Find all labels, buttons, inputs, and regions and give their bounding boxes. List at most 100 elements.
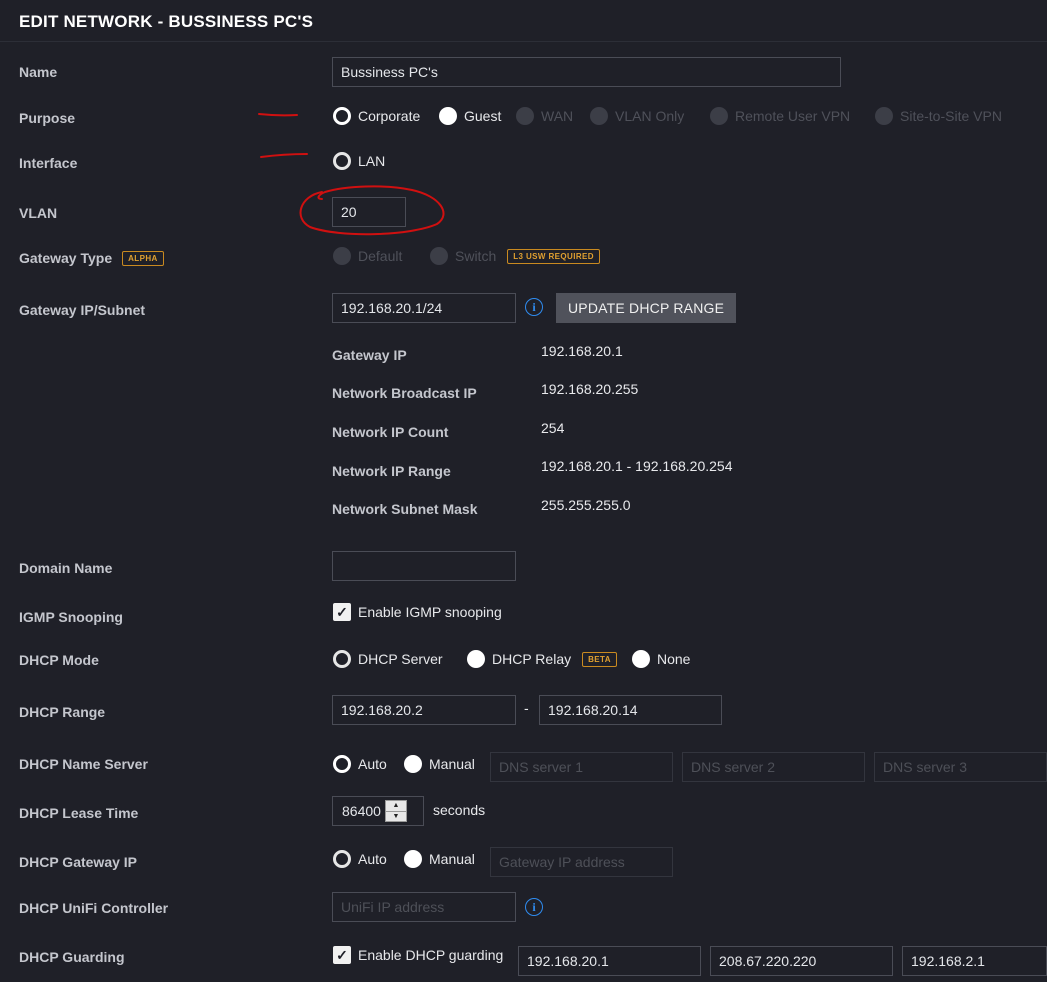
spin-down-icon[interactable]: ▼ bbox=[385, 810, 406, 822]
update-dhcp-range-button[interactable]: UPDATE DHCP RANGE bbox=[556, 293, 737, 323]
igmp-snooping-label: IGMP Snooping bbox=[19, 609, 123, 625]
spin-buttons[interactable]: ▲ ▼ bbox=[384, 800, 407, 822]
dhcp-gateway-manual-radio[interactable]: Manual bbox=[404, 850, 475, 868]
dhcp-mode-none-radio[interactable]: None bbox=[632, 650, 690, 668]
annotation-overlay bbox=[258, 113, 445, 236]
trusted-dhcp-server-1-input[interactable] bbox=[518, 946, 701, 976]
gateway-ip-label: Gateway IP bbox=[332, 347, 407, 363]
purpose-option-label: VLAN Only bbox=[615, 108, 685, 124]
dhcp-range-end-input[interactable] bbox=[539, 695, 722, 725]
dhcp-mode-relay-radio[interactable]: DHCP Relay BETA bbox=[467, 650, 617, 668]
ip-range-label: Network IP Range bbox=[332, 463, 451, 479]
radio-disabled-icon bbox=[590, 107, 608, 125]
dns-server-2-input[interactable] bbox=[682, 752, 865, 782]
ip-range-value: 192.168.20.1 - 192.168.20.254 bbox=[541, 458, 733, 474]
radio-disabled-icon bbox=[333, 247, 351, 265]
page-title: EDIT NETWORK - BUSSINESS PC'S bbox=[19, 12, 314, 31]
dhcp-mode-label: DHCP Mode bbox=[19, 652, 99, 668]
purpose-label: Purpose bbox=[19, 110, 76, 126]
igmp-checkbox-label: Enable IGMP snooping bbox=[358, 604, 502, 620]
l3-usw-required-badge: L3 USW REQUIRED bbox=[507, 248, 600, 264]
subnet-mask-value: 255.255.255.0 bbox=[541, 497, 631, 513]
purpose-site-vpn-radio: Site-to-Site VPN bbox=[875, 107, 1002, 125]
purpose-option-label: WAN bbox=[541, 108, 574, 124]
dhcp-gateway-option-label: Manual bbox=[429, 851, 475, 867]
name-server-option-label: Auto bbox=[358, 756, 387, 772]
purpose-option-label: Remote User VPN bbox=[735, 108, 851, 124]
gateway-type-option-label: Switch bbox=[455, 248, 497, 264]
interface-annotation-mark bbox=[260, 153, 308, 158]
dhcp-name-server-label: DHCP Name Server bbox=[19, 756, 148, 772]
checkmark-icon: ✓ bbox=[333, 946, 351, 964]
dhcp-lease-time-label: DHCP Lease Time bbox=[19, 805, 139, 821]
radio-icon bbox=[632, 650, 650, 668]
dns-server-1-input[interactable] bbox=[490, 752, 673, 782]
domain-name-label: Domain Name bbox=[19, 560, 113, 576]
igmp-snooping-checkbox[interactable]: ✓ Enable IGMP snooping bbox=[333, 603, 502, 621]
name-server-manual-radio[interactable]: Manual bbox=[404, 755, 475, 773]
ip-count-label: Network IP Count bbox=[332, 424, 449, 440]
radio-disabled-icon bbox=[430, 247, 448, 265]
interface-option-label: LAN bbox=[358, 153, 386, 169]
lease-time-value: 86400 bbox=[342, 803, 381, 819]
radio-disabled-icon bbox=[875, 107, 893, 125]
header-divider bbox=[0, 41, 1047, 42]
interface-label: Interface bbox=[19, 155, 78, 171]
info-icon[interactable]: i bbox=[525, 298, 543, 316]
radio-disabled-icon bbox=[516, 107, 534, 125]
lease-time-unit: seconds bbox=[433, 802, 486, 818]
purpose-corporate-radio[interactable]: Corporate bbox=[333, 107, 420, 125]
name-input[interactable] bbox=[332, 57, 841, 87]
name-server-auto-radio[interactable]: Auto bbox=[333, 755, 387, 773]
dhcp-mode-option-label: DHCP Relay bbox=[492, 651, 572, 667]
purpose-option-label: Guest bbox=[464, 108, 502, 124]
gateway-type-switch-radio: Switch L3 USW REQUIRED bbox=[430, 247, 600, 265]
dns-server-3-input[interactable] bbox=[874, 752, 1047, 782]
radio-icon bbox=[467, 650, 485, 668]
range-separator: - bbox=[524, 700, 529, 716]
alpha-badge: ALPHA bbox=[122, 250, 164, 266]
subnet-mask-label: Network Subnet Mask bbox=[332, 501, 478, 517]
vlan-input[interactable] bbox=[332, 197, 406, 227]
broadcast-ip-label: Network Broadcast IP bbox=[332, 385, 477, 401]
beta-badge: BETA bbox=[582, 651, 617, 667]
name-server-option-label: Manual bbox=[429, 756, 475, 772]
radio-disabled-icon bbox=[710, 107, 728, 125]
dhcp-range-start-input[interactable] bbox=[332, 695, 516, 725]
guarding-checkbox-label: Enable DHCP guarding bbox=[358, 947, 504, 963]
purpose-guest-radio[interactable]: Guest bbox=[439, 107, 501, 125]
purpose-remote-vpn-radio: Remote User VPN bbox=[710, 107, 850, 125]
spin-up-icon[interactable]: ▲ bbox=[386, 801, 406, 811]
gateway-type-option-label: Default bbox=[358, 248, 403, 264]
radio-selected-icon bbox=[333, 850, 351, 868]
dhcp-gateway-auto-radio[interactable]: Auto bbox=[333, 850, 387, 868]
checkmark-icon: ✓ bbox=[333, 603, 351, 621]
trusted-dhcp-server-2-input[interactable] bbox=[710, 946, 893, 976]
dhcp-range-label: DHCP Range bbox=[19, 704, 106, 720]
radio-selected-icon bbox=[333, 107, 351, 125]
radio-selected-icon bbox=[333, 755, 351, 773]
purpose-option-label: Corporate bbox=[358, 108, 421, 124]
gateway-type-row-label: Gateway Type ALPHA bbox=[19, 250, 164, 266]
gateway-ip-address-input[interactable] bbox=[490, 847, 673, 877]
domain-name-input[interactable] bbox=[332, 551, 516, 581]
radio-icon bbox=[439, 107, 457, 125]
gateway-type-label: Gateway Type bbox=[19, 250, 113, 266]
unifi-ip-address-input[interactable] bbox=[332, 892, 516, 922]
dhcp-guarding-checkbox[interactable]: ✓ Enable DHCP guarding bbox=[333, 946, 503, 964]
dhcp-gateway-option-label: Auto bbox=[358, 851, 387, 867]
radio-icon bbox=[404, 755, 422, 773]
purpose-option-label: Site-to-Site VPN bbox=[900, 108, 1002, 124]
radio-selected-icon bbox=[333, 650, 351, 668]
purpose-wan-radio: WAN bbox=[516, 107, 573, 125]
purpose-annotation-mark bbox=[258, 113, 298, 117]
interface-lan-radio[interactable]: LAN bbox=[333, 152, 385, 170]
info-icon[interactable]: i bbox=[525, 898, 543, 916]
dhcp-mode-server-radio[interactable]: DHCP Server bbox=[333, 650, 443, 668]
lease-time-stepper[interactable]: 86400 ▲ ▼ bbox=[332, 796, 424, 826]
gateway-subnet-input[interactable] bbox=[332, 293, 516, 323]
vlan-label: VLAN bbox=[19, 205, 58, 221]
trusted-dhcp-server-3-input[interactable] bbox=[902, 946, 1047, 976]
dhcp-mode-option-label: None bbox=[657, 651, 691, 667]
dhcp-mode-option-label: DHCP Server bbox=[358, 651, 443, 667]
